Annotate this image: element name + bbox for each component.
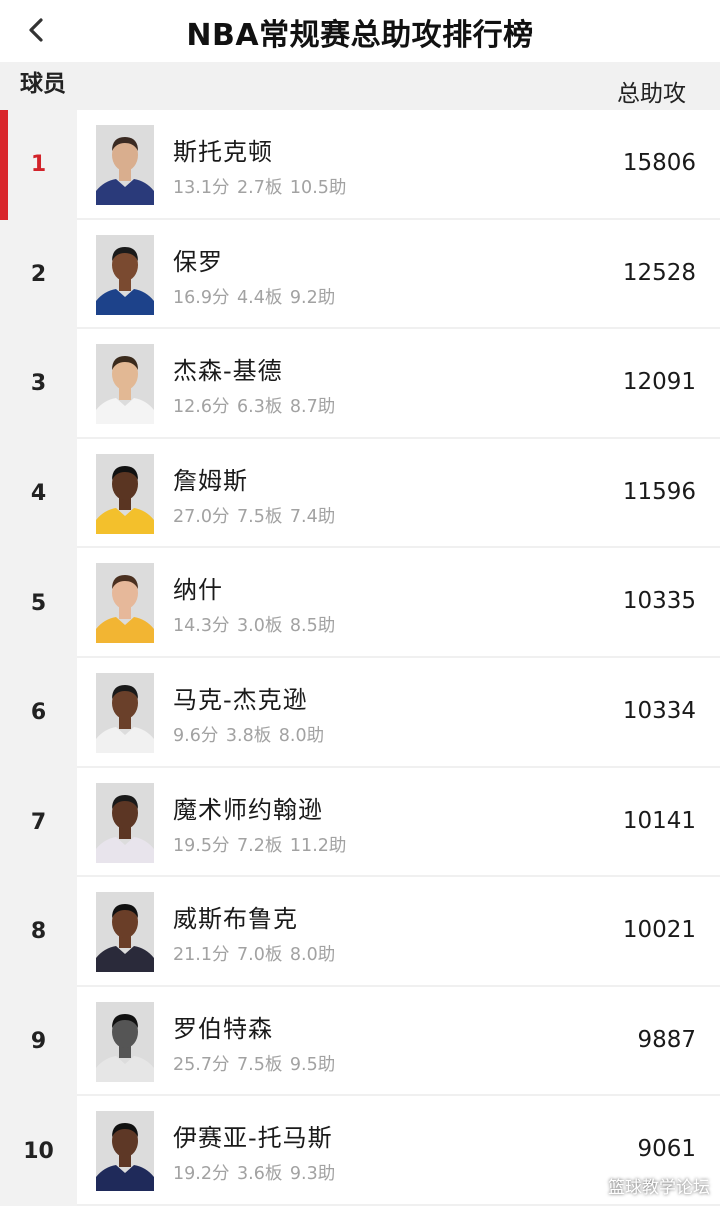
player-photo-icon bbox=[96, 782, 154, 863]
player-stats: 19.2分 3.6板 9.3助 bbox=[173, 1164, 336, 1185]
player-name: 马克-杰克逊 bbox=[173, 685, 308, 714]
player-name: 杰森-基德 bbox=[173, 357, 283, 386]
player-name: 威斯布鲁克 bbox=[173, 905, 298, 934]
rank-number: 2 bbox=[30, 261, 47, 287]
player-cell[interactable]: 马克-杰克逊 9.6分 3.8板 8.0助 10334 bbox=[77, 657, 720, 768]
total-assists-value: 15806 bbox=[622, 150, 696, 176]
rank-number: 10 bbox=[23, 1138, 54, 1164]
player-stats: 12.6分 6.3板 8.7助 bbox=[173, 397, 336, 418]
total-assists-value: 10334 bbox=[622, 697, 696, 724]
player-photo-icon bbox=[96, 453, 154, 534]
player-photo-icon bbox=[96, 563, 154, 644]
player-stats: 16.9分 4.4板 9.2助 bbox=[173, 287, 336, 308]
player-avatar[interactable] bbox=[96, 563, 154, 644]
player-cell[interactable]: 保罗 16.9分 4.4板 9.2助 12528 bbox=[77, 219, 720, 330]
player-cell[interactable]: 罗伯特森 25.7分 7.5板 9.5助 9887 bbox=[77, 986, 720, 1097]
player-name: 保罗 bbox=[173, 247, 223, 276]
rank-cell: 7 bbox=[0, 767, 77, 878]
rank-number: 6 bbox=[30, 700, 47, 726]
player-stats: 14.3分 3.0板 8.5助 bbox=[173, 616, 336, 637]
total-assists-value: 10021 bbox=[622, 917, 696, 944]
top-rank-accent-bar bbox=[0, 110, 8, 220]
player-photo-icon bbox=[96, 125, 154, 205]
watermark: 篮球教学论坛 bbox=[608, 1178, 710, 1198]
table-row[interactable]: 3 杰森-基德 12.6分 6.3板 8.7助 12091 bbox=[0, 329, 720, 439]
player-avatar[interactable] bbox=[96, 234, 154, 315]
player-avatar[interactable] bbox=[96, 1111, 154, 1192]
player-name: 詹姆斯 bbox=[173, 466, 248, 495]
table-row[interactable]: 5 纳什 14.3分 3.0板 8.5助 10335 bbox=[0, 548, 720, 658]
total-assists-value: 12528 bbox=[622, 259, 696, 286]
player-name: 伊赛亚-托马斯 bbox=[173, 1124, 333, 1153]
player-photo-icon bbox=[96, 1001, 154, 1082]
rank-cell: 10 bbox=[0, 1096, 77, 1206]
rank-cell: 6 bbox=[0, 657, 77, 768]
rank-cell: 9 bbox=[0, 986, 77, 1097]
player-stats: 25.7分 7.5板 9.5助 bbox=[173, 1054, 336, 1075]
player-photo-icon bbox=[96, 344, 154, 425]
player-name: 斯托克顿 bbox=[173, 138, 273, 166]
player-stats: 19.5分 7.2板 11.2助 bbox=[173, 835, 347, 856]
rank-number: 4 bbox=[30, 481, 47, 507]
player-cell[interactable]: 纳什 14.3分 3.0板 8.5助 10335 bbox=[77, 548, 720, 658]
rank-cell: 5 bbox=[0, 548, 77, 658]
table-header: 球员 总助攻 bbox=[0, 62, 720, 110]
player-photo-icon bbox=[96, 892, 154, 973]
player-avatar[interactable] bbox=[96, 892, 154, 973]
player-avatar[interactable] bbox=[96, 344, 154, 425]
player-stats: 9.6分 3.8板 8.0助 bbox=[173, 725, 325, 746]
player-cell[interactable]: 詹姆斯 27.0分 7.5板 7.4助 11596 bbox=[77, 438, 720, 549]
player-photo-icon bbox=[96, 1111, 154, 1192]
ranking-list: 1 斯托克顿 13.1分 2.7板 10.5助 15806 2 保罗 16.9分… bbox=[0, 110, 720, 1206]
top-nav-bar: NBA常规赛总助攻排行榜 bbox=[0, 0, 720, 62]
rank-cell: 3 bbox=[0, 329, 77, 439]
total-assists-value: 10141 bbox=[622, 807, 696, 834]
player-name: 罗伯特森 bbox=[173, 1014, 273, 1043]
player-cell[interactable]: 斯托克顿 13.1分 2.7板 10.5助 15806 bbox=[77, 110, 720, 220]
table-row[interactable]: 6 马克-杰克逊 9.6分 3.8板 8.0助 10334 bbox=[0, 657, 720, 768]
rank-cell: 1 bbox=[0, 110, 77, 220]
player-photo-icon bbox=[96, 672, 154, 753]
rank-number: 3 bbox=[30, 371, 47, 397]
column-header-total-assists: 总助攻 bbox=[617, 81, 686, 107]
player-name: 魔术师约翰逊 bbox=[173, 795, 323, 824]
rank-number: 7 bbox=[30, 809, 47, 835]
rank-number: 9 bbox=[30, 1029, 47, 1055]
table-row[interactable]: 1 斯托克顿 13.1分 2.7板 10.5助 15806 bbox=[0, 110, 720, 220]
player-stats: 13.1分 2.7板 10.5助 bbox=[173, 178, 347, 198]
column-header-player: 球员 bbox=[20, 71, 66, 97]
player-cell[interactable]: 威斯布鲁克 21.1分 7.0板 8.0助 10021 bbox=[77, 877, 720, 987]
total-assists-value: 11596 bbox=[622, 478, 696, 505]
total-assists-value: 12091 bbox=[622, 369, 696, 396]
table-row[interactable]: 4 詹姆斯 27.0分 7.5板 7.4助 11596 bbox=[0, 438, 720, 549]
player-avatar[interactable] bbox=[96, 453, 154, 534]
rank-cell: 4 bbox=[0, 438, 77, 549]
player-stats: 21.1分 7.0板 8.0助 bbox=[173, 945, 336, 966]
table-row[interactable]: 8 威斯布鲁克 21.1分 7.0板 8.0助 10021 bbox=[0, 877, 720, 987]
player-cell[interactable]: 魔术师约翰逊 19.5分 7.2板 11.2助 10141 bbox=[77, 767, 720, 878]
table-row[interactable]: 2 保罗 16.9分 4.4板 9.2助 12528 bbox=[0, 219, 720, 330]
rank-cell: 8 bbox=[0, 877, 77, 987]
rank-number: 5 bbox=[30, 590, 47, 616]
page-title: NBA常规赛总助攻排行榜 bbox=[186, 18, 534, 53]
player-avatar[interactable] bbox=[96, 782, 154, 863]
table-row[interactable]: 7 魔术师约翰逊 19.5分 7.2板 11.2助 10141 bbox=[0, 767, 720, 878]
player-avatar[interactable] bbox=[96, 1001, 154, 1082]
total-assists-value: 10335 bbox=[622, 588, 696, 615]
player-cell[interactable]: 杰森-基德 12.6分 6.3板 8.7助 12091 bbox=[77, 329, 720, 439]
player-avatar[interactable] bbox=[96, 125, 154, 205]
table-row[interactable]: 9 罗伯特森 25.7分 7.5板 9.5助 9887 bbox=[0, 986, 720, 1097]
total-assists-value: 9061 bbox=[637, 1136, 696, 1163]
player-stats: 27.0分 7.5板 7.4助 bbox=[173, 506, 336, 527]
player-name: 纳什 bbox=[173, 576, 223, 605]
rank-number: 8 bbox=[30, 919, 47, 945]
player-photo-icon bbox=[96, 234, 154, 315]
player-avatar[interactable] bbox=[96, 672, 154, 753]
rank-number: 1 bbox=[30, 152, 47, 178]
rank-cell: 2 bbox=[0, 219, 77, 330]
total-assists-value: 9887 bbox=[637, 1026, 696, 1053]
